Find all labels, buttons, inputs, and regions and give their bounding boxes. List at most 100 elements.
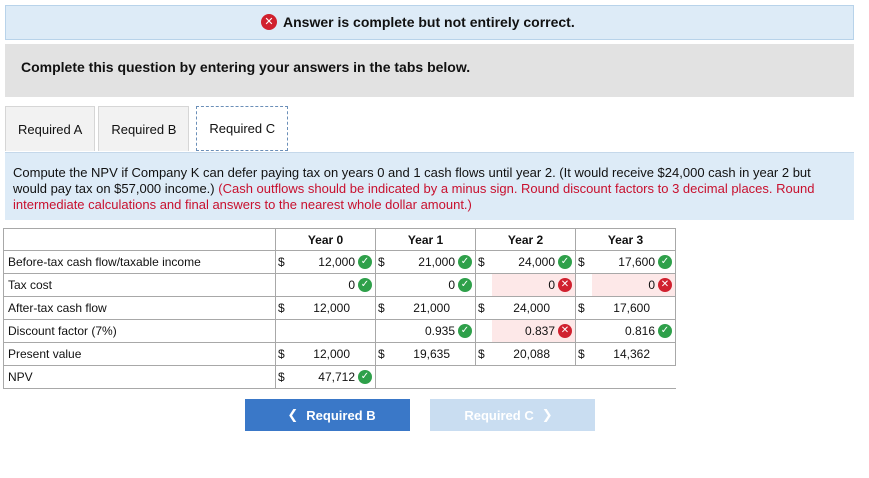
correct-check-icon: ✓ — [458, 324, 472, 338]
value-cell[interactable]: 0 ✕ — [591, 273, 676, 297]
value-cell: 24,000 — [491, 296, 576, 320]
value-text: 20,088 — [513, 347, 550, 361]
value-input[interactable]: 0 ✓ — [292, 274, 376, 296]
table-row: Before-tax cash flow/taxable income $12,0… — [3, 250, 676, 274]
table-row: NPV $47,712 ✓ — [3, 365, 676, 389]
currency-symbol: $ — [275, 250, 292, 274]
currency-symbol: $ — [475, 296, 492, 320]
value-cell — [291, 319, 376, 343]
incorrect-x-icon: ✕ — [658, 278, 672, 292]
value-input[interactable]: 0 ✓ — [392, 274, 476, 296]
currency-symbol: $ — [375, 296, 392, 320]
value-text: 0 — [448, 278, 455, 292]
correct-check-icon: ✓ — [458, 255, 472, 269]
value-input: 20,088 — [492, 343, 576, 365]
value-cell[interactable]: 12,000 ✓ — [291, 250, 376, 274]
value-input[interactable]: 21,000 ✓ — [392, 251, 476, 273]
currency-symbol: $ — [375, 250, 392, 274]
currency-symbol: $ — [475, 342, 492, 366]
incorrect-icon: ✕ — [261, 14, 277, 30]
table-row: Present value $12,000 $19,635 $20,088 $14,36… — [3, 342, 676, 366]
currency-symbol: $ — [275, 365, 292, 389]
correct-check-icon: ✓ — [558, 255, 572, 269]
currency-symbol: $ — [275, 296, 292, 320]
row-label: Tax cost — [3, 273, 276, 297]
chevron-left-icon: ❮ — [287, 407, 299, 422]
value-text: 14,362 — [613, 347, 650, 361]
incorrect-x-icon: ✕ — [558, 324, 572, 338]
value-text: 0 — [548, 278, 555, 292]
tab-required-b[interactable]: Required B — [98, 106, 190, 151]
value-input[interactable]: 0.837 ✕ — [491, 320, 575, 342]
value-input[interactable]: 0 ✕ — [491, 274, 575, 296]
status-message: ✕ Answer is complete but not entirely co… — [261, 14, 575, 30]
currency-symbol: $ — [575, 250, 592, 274]
currency-symbol: $ — [375, 342, 392, 366]
value-cell[interactable]: 24,000 ✓ — [491, 250, 576, 274]
header-year-0: Year 0 — [275, 228, 376, 251]
value-input: 24,000 — [492, 297, 576, 319]
value-input[interactable]: 17,600 ✓ — [592, 251, 676, 273]
value-cell[interactable]: 47,712 ✓ — [291, 365, 376, 389]
correct-check-icon: ✓ — [458, 278, 472, 292]
correct-check-icon: ✓ — [658, 324, 672, 338]
value-input[interactable]: 0.816 ✓ — [592, 320, 676, 342]
value-cell[interactable]: 0.816 ✓ — [591, 319, 676, 343]
value-text: 21,000 — [413, 301, 450, 315]
correct-check-icon: ✓ — [658, 255, 672, 269]
next-required-c-button[interactable]: Required C ❯ — [430, 399, 595, 431]
header-year-2: Year 2 — [475, 228, 576, 251]
next-button-label: Required C — [464, 407, 534, 423]
value-input[interactable]: 0.935 ✓ — [392, 320, 476, 342]
value-cell[interactable]: 0 ✓ — [291, 273, 376, 297]
value-cell[interactable]: 0 ✕ — [491, 273, 576, 297]
value-input: 17,600 — [592, 297, 676, 319]
value-input: 12,000 — [292, 297, 376, 319]
row-label: Discount factor (7%) — [3, 319, 276, 343]
currency-symbol — [575, 273, 592, 297]
value-text: 12,000 — [313, 301, 350, 315]
row-label: Before-tax cash flow/taxable income — [3, 250, 276, 274]
value-text: 19,635 — [413, 347, 450, 361]
empty-cell — [475, 365, 576, 389]
value-cell[interactable]: 0.837 ✕ — [491, 319, 576, 343]
value-cell[interactable]: 0 ✓ — [391, 273, 476, 297]
tab-bar: Required A Required B Required C — [5, 106, 291, 151]
value-input[interactable]: 0 ✕ — [591, 274, 675, 296]
table-row: Tax cost 0 ✓ 0 ✓ 0 ✕ 0 ✕ — [3, 273, 676, 297]
value-text: 24,000 — [513, 301, 550, 315]
value-cell: 21,000 — [391, 296, 476, 320]
value-cell: 14,362 — [591, 342, 676, 366]
value-cell[interactable]: 17,600 ✓ — [591, 250, 676, 274]
value-input[interactable]: 24,000 ✓ — [492, 251, 576, 273]
value-cell[interactable]: 0.935 ✓ — [391, 319, 476, 343]
table-body: Before-tax cash flow/taxable income $12,0… — [3, 250, 676, 389]
value-cell: 12,000 — [291, 296, 376, 320]
tab-required-a[interactable]: Required A — [5, 106, 96, 151]
prev-required-b-button[interactable]: ❮ Required B — [245, 399, 410, 431]
correct-check-icon: ✓ — [358, 278, 372, 292]
value-cell: 12,000 — [291, 342, 376, 366]
value-input[interactable]: 12,000 ✓ — [292, 251, 376, 273]
prev-button-label: Required B — [306, 407, 376, 423]
value-input: 19,635 — [392, 343, 476, 365]
currency-symbol — [375, 273, 392, 297]
empty-cell — [575, 365, 676, 389]
npv-table: Year 0 Year 1 Year 2 Year 3 Before-tax c… — [3, 228, 676, 389]
value-cell[interactable]: 21,000 ✓ — [391, 250, 476, 274]
value-text: 0 — [348, 278, 355, 292]
row-label: After-tax cash flow — [3, 296, 276, 320]
value-cell: 19,635 — [391, 342, 476, 366]
tab-required-c[interactable]: Required C — [196, 106, 289, 151]
table-row: Discount factor (7%) 0.935 ✓ 0.837 ✕ 0.816 ✓ — [3, 319, 676, 343]
value-input: 21,000 — [392, 297, 476, 319]
value-input — [292, 320, 376, 342]
value-text: 0.935 — [424, 324, 455, 338]
status-text: Answer is complete but not entirely corr… — [283, 14, 575, 30]
value-input[interactable]: 47,712 ✓ — [292, 366, 376, 388]
value-text: 0.837 — [524, 324, 555, 338]
empty-cell — [375, 365, 476, 389]
currency-symbol: $ — [575, 296, 592, 320]
row-label: Present value — [3, 342, 276, 366]
value-input: 14,362 — [592, 343, 676, 365]
